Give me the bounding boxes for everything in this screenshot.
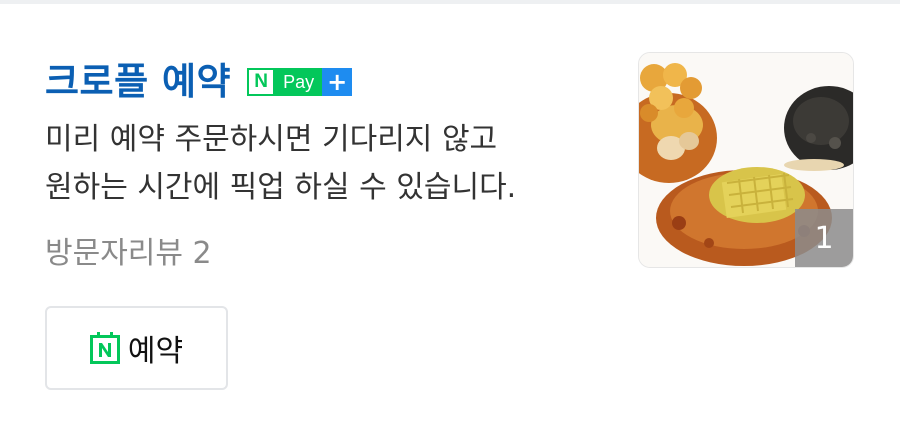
plus-icon: + <box>322 68 353 96</box>
naver-n-icon: N <box>247 68 276 96</box>
description: 미리 예약 주문하시면 기다리지 않고 원하는 시간에 픽업 하실 수 있습니다… <box>45 116 605 212</box>
description-line: 원하는 시간에 픽업 하실 수 있습니다. <box>45 170 517 205</box>
item-title[interactable]: 크로플 예약 <box>45 56 231 108</box>
photo-count-badge: 1 <box>795 209 853 267</box>
croffle-photo-thumbnail[interactable]: 1 <box>638 52 854 268</box>
visitor-review-count[interactable]: 방문자리뷰 2 <box>45 230 212 278</box>
description-line: 미리 예약 주문하시면 기다리지 않고 <box>45 122 498 157</box>
title-row: 크로플 예약 N Pay + <box>45 56 353 108</box>
pay-label: Pay <box>275 68 323 96</box>
naver-booking-calendar-icon <box>89 332 120 364</box>
booking-card[interactable]: 크로플 예약 N Pay + 미리 예약 주문하시면 기다리지 않고 원하는 시… <box>0 4 900 429</box>
naver-pay-plus-badge: N Pay + <box>247 66 353 98</box>
reserve-button[interactable]: 예약 <box>45 306 228 390</box>
reserve-button-label: 예약 <box>127 334 184 369</box>
